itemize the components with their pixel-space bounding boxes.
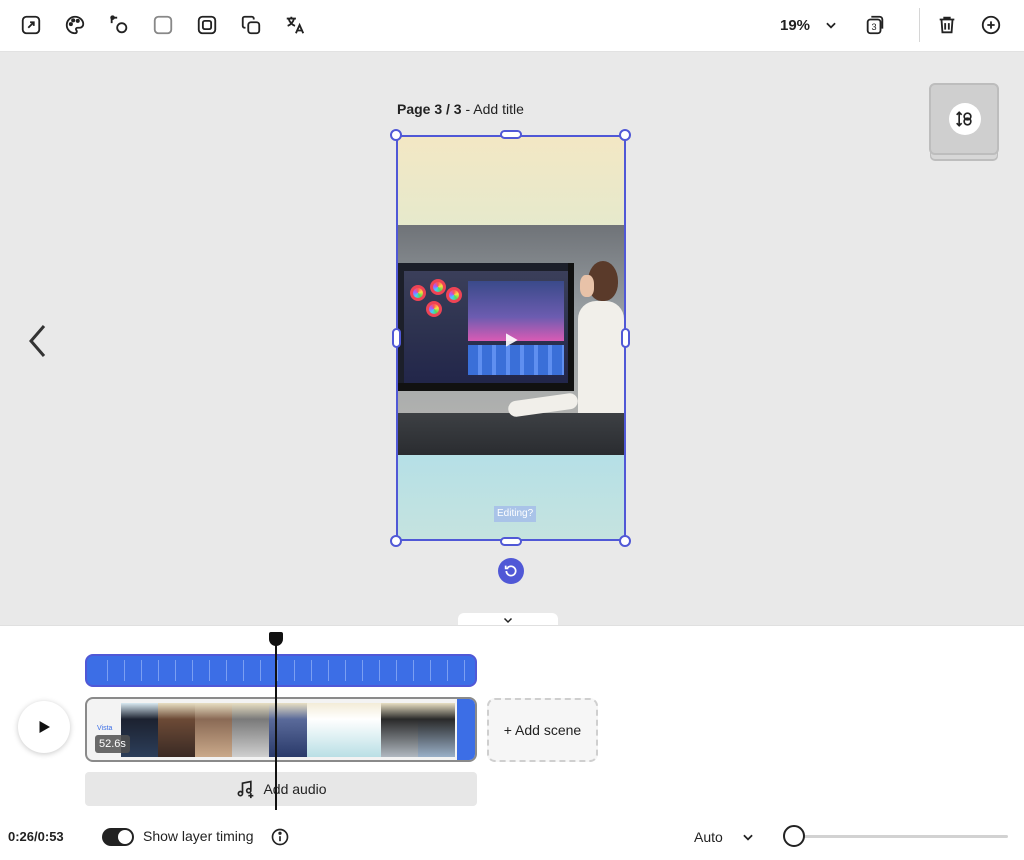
chevron-left-icon bbox=[29, 325, 46, 357]
previous-page-button[interactable] bbox=[24, 321, 52, 361]
frame-icon[interactable] bbox=[194, 12, 220, 38]
pages-icon[interactable]: 3 bbox=[862, 12, 888, 38]
page-number: Page 3 / 3 bbox=[397, 101, 462, 117]
video-play-button[interactable] bbox=[494, 323, 528, 357]
scene-logo-text: Vista bbox=[97, 725, 113, 732]
zoom-value: 19% bbox=[780, 16, 811, 34]
rotate-icon bbox=[504, 565, 517, 577]
desk-graphic bbox=[398, 413, 624, 455]
canvas-area: Page 3 / 3 - Add title Editing? bbox=[0, 53, 1024, 627]
resize-handle-bottom[interactable] bbox=[500, 537, 522, 546]
trash-icon[interactable] bbox=[934, 12, 960, 38]
show-layer-timing-toggle[interactable] bbox=[102, 828, 134, 846]
resize-icon[interactable] bbox=[18, 12, 44, 38]
timeline-panel: Vista 52.6s + Add scene Add audio 0:26/0… bbox=[0, 625, 1024, 860]
color-wheel-graphic bbox=[410, 285, 426, 301]
add-audio-button[interactable]: Add audio bbox=[85, 772, 477, 806]
resize-handle-right[interactable] bbox=[621, 328, 630, 348]
pages-count: 3 bbox=[872, 22, 877, 32]
add-audio-label: Add audio bbox=[263, 781, 327, 797]
music-add-icon bbox=[237, 780, 254, 799]
toolbar-divider bbox=[919, 8, 920, 42]
resize-handle-top[interactable] bbox=[500, 130, 522, 139]
resize-handle-bottom-right[interactable] bbox=[619, 535, 631, 547]
play-icon bbox=[506, 333, 518, 347]
current-time: 0:26/0:53 bbox=[8, 829, 64, 844]
shapes-icon[interactable] bbox=[106, 12, 132, 38]
resize-handle-top-right[interactable] bbox=[619, 129, 631, 141]
scene-trim-handle[interactable] bbox=[457, 699, 475, 760]
page-thumbnail-switcher[interactable] bbox=[929, 83, 999, 155]
info-icon[interactable] bbox=[270, 827, 290, 847]
playhead[interactable] bbox=[275, 640, 277, 810]
add-icon[interactable] bbox=[978, 12, 1004, 38]
play-icon bbox=[39, 721, 50, 733]
screen-graphic bbox=[404, 271, 568, 383]
monitor-graphic bbox=[398, 263, 574, 391]
zoom-select[interactable]: 19% bbox=[780, 12, 838, 38]
reorder-icon bbox=[949, 103, 981, 135]
scene-filmstrip bbox=[121, 703, 455, 757]
play-button[interactable] bbox=[18, 701, 70, 753]
color-wheel-graphic bbox=[446, 287, 462, 303]
resize-handle-top-left[interactable] bbox=[390, 129, 402, 141]
top-toolbar: 19% 3 bbox=[0, 0, 1024, 52]
rotate-button[interactable] bbox=[498, 558, 524, 584]
playback-speed-select[interactable]: Auto bbox=[694, 827, 755, 847]
video-frame[interactable] bbox=[398, 225, 624, 455]
resize-handle-bottom-left[interactable] bbox=[390, 535, 402, 547]
square-icon[interactable] bbox=[150, 12, 176, 38]
color-wheel-graphic bbox=[426, 301, 442, 317]
playback-speed-value: Auto bbox=[694, 829, 723, 845]
playhead-handle[interactable] bbox=[269, 632, 283, 646]
caption-text[interactable]: Editing? bbox=[494, 506, 537, 522]
chevron-down-icon bbox=[743, 834, 753, 841]
translate-icon[interactable] bbox=[282, 12, 308, 38]
scene-duration-badge: 52.6s bbox=[95, 735, 130, 753]
duplicate-icon[interactable] bbox=[238, 12, 264, 38]
add-scene-button[interactable]: + Add scene bbox=[487, 698, 598, 762]
timeline-zoom-slider-thumb[interactable] bbox=[783, 825, 805, 847]
layer-track[interactable] bbox=[85, 654, 477, 687]
scene-clip[interactable]: Vista 52.6s bbox=[85, 697, 477, 762]
page-artboard[interactable]: Editing? bbox=[396, 135, 626, 541]
timeline-zoom-slider-track[interactable] bbox=[792, 835, 1008, 838]
show-layer-timing-label: Show layer timing bbox=[143, 828, 254, 844]
resize-handle-left[interactable] bbox=[392, 328, 401, 348]
add-title-text: - Add title bbox=[461, 101, 524, 117]
palette-icon[interactable] bbox=[62, 12, 88, 38]
page-title[interactable]: Page 3 / 3 - Add title bbox=[397, 101, 524, 117]
color-wheel-graphic bbox=[430, 279, 446, 295]
chevron-down-icon bbox=[826, 22, 836, 29]
